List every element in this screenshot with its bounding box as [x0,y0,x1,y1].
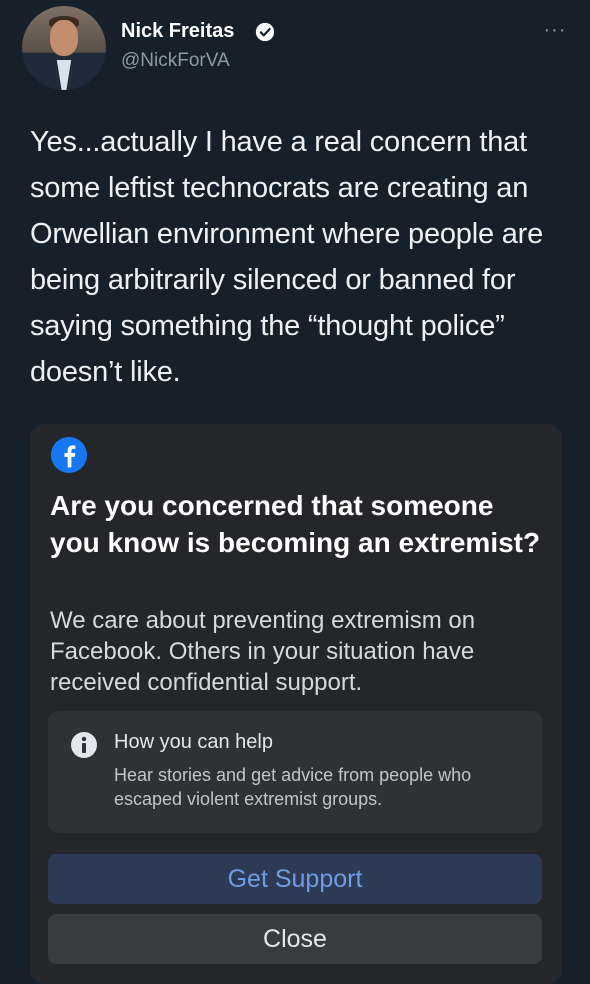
facebook-card-title: Are you concerned that someone you know … [50,490,541,558]
get-support-button[interactable]: Get Support [48,854,542,904]
info-icon [71,732,97,758]
avatar[interactable] [22,6,106,90]
more-options-icon[interactable]: ··· [540,20,570,40]
avatar-face [50,20,78,56]
avatar-shirt [56,60,72,90]
author-name[interactable]: Nick Freitas [121,20,234,43]
close-button[interactable]: Close [48,914,542,964]
help-box-description: Hear stories and get advice from people … [114,765,472,809]
verified-badge-icon [255,22,275,42]
facebook-card-body: We care about preventing extremism on Fa… [50,607,476,696]
help-box-title: How you can help [114,731,273,753]
facebook-prompt-card: Are you concerned that someone you know … [30,424,562,984]
help-info-box[interactable]: How you can help Hear stories and get ad… [48,711,542,833]
tweet-text: Yes...actually I have a real concern tha… [30,126,544,388]
facebook-logo-icon [50,436,88,474]
author-handle[interactable]: @NickForVA [121,50,230,72]
